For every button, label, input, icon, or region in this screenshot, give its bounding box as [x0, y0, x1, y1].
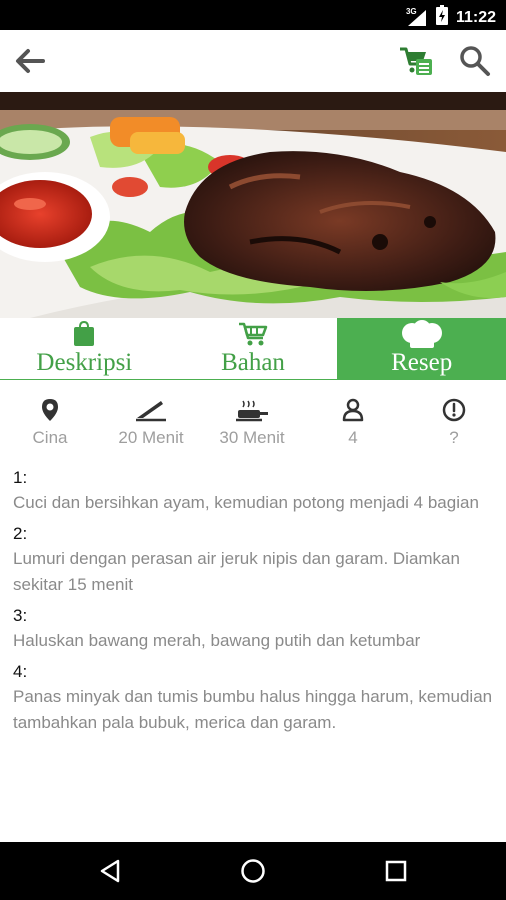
knife-icon	[136, 401, 166, 422]
step-number: 3:	[13, 606, 28, 625]
tab-deskripsi[interactable]: Deskripsi	[0, 318, 169, 379]
status-bar: 3G 11:22	[0, 0, 506, 30]
location-pin-icon	[42, 399, 58, 421]
person-icon	[342, 398, 364, 422]
search-button[interactable]	[458, 44, 492, 78]
back-button[interactable]	[14, 47, 46, 75]
back-triangle-icon	[100, 859, 120, 883]
tab-resep[interactable]: Resep	[337, 318, 506, 379]
info-origin-value: Cina	[32, 428, 68, 447]
info-cook-value: 30 Menit	[219, 428, 285, 447]
status-time: 11:22	[455, 8, 496, 26]
back-arrow-icon	[16, 49, 45, 73]
cart-icon	[239, 322, 268, 346]
alert-circle-icon	[442, 398, 466, 422]
cart-list-icon	[400, 47, 432, 75]
step-number: 1:	[13, 468, 28, 487]
info-servings-value: 4	[348, 428, 358, 447]
info-prep-value: 20 Menit	[118, 428, 184, 447]
nav-home-button[interactable]	[238, 856, 268, 886]
step-item: 1: Cuci dan bersihkan ayam, kemudian pot…	[13, 466, 493, 516]
step-text: Haluskan bawang merah, bawang putih dan …	[13, 631, 421, 650]
info-difficulty: ?	[404, 398, 504, 448]
status-icons: 3G 11:22	[406, 5, 496, 30]
home-circle-icon	[241, 859, 265, 883]
search-icon	[460, 46, 490, 76]
recipe-info-row: Cina 20 Menit 30 Menit 4 ?	[0, 398, 506, 454]
step-item: 3: Haluskan bawang merah, bawang putih d…	[13, 604, 493, 654]
info-servings: 4	[303, 398, 403, 448]
info-prep-time: 20 Menit	[101, 398, 201, 448]
step-number: 4:	[13, 662, 28, 681]
recipe-photo	[0, 92, 506, 318]
recents-square-icon	[385, 860, 407, 882]
chef-hat-icon	[401, 320, 442, 348]
tab-label: Deskripsi	[36, 349, 133, 376]
recipe-tabs: Deskripsi Bahan Resep	[0, 318, 506, 380]
cart-list-button[interactable]	[398, 44, 434, 78]
signal-icon: 3G	[405, 6, 428, 27]
step-item: 2: Lumuri dengan perasan air jeruk nipis…	[13, 522, 493, 598]
network-type-label: 3G	[405, 6, 417, 16]
tab-label: Resep	[391, 349, 453, 376]
recipe-steps: 1: Cuci dan bersihkan ayam, kemudian pot…	[13, 466, 493, 742]
nav-recents-button[interactable]	[381, 856, 411, 886]
nav-back-button[interactable]	[96, 856, 126, 886]
step-text: Panas minyak dan tumis bumbu halus hingg…	[13, 687, 493, 732]
step-text: Lumuri dengan perasan air jeruk nipis da…	[13, 549, 460, 594]
info-difficulty-value: ?	[449, 428, 459, 447]
info-origin: Cina	[0, 398, 100, 448]
system-nav-bar	[0, 842, 506, 900]
battery-icon	[435, 5, 448, 30]
step-item: 4: Panas minyak dan tumis bumbu halus hi…	[13, 660, 493, 736]
app-bar	[0, 30, 506, 92]
bag-icon	[74, 321, 95, 346]
info-cook-time: 30 Menit	[202, 398, 302, 448]
tab-bahan[interactable]: Bahan	[169, 318, 338, 379]
step-number: 2:	[13, 524, 28, 543]
cooking-pan-icon	[236, 400, 268, 422]
step-text: Cuci dan bersihkan ayam, kemudian potong…	[13, 493, 479, 512]
tab-label: Bahan	[221, 349, 285, 376]
